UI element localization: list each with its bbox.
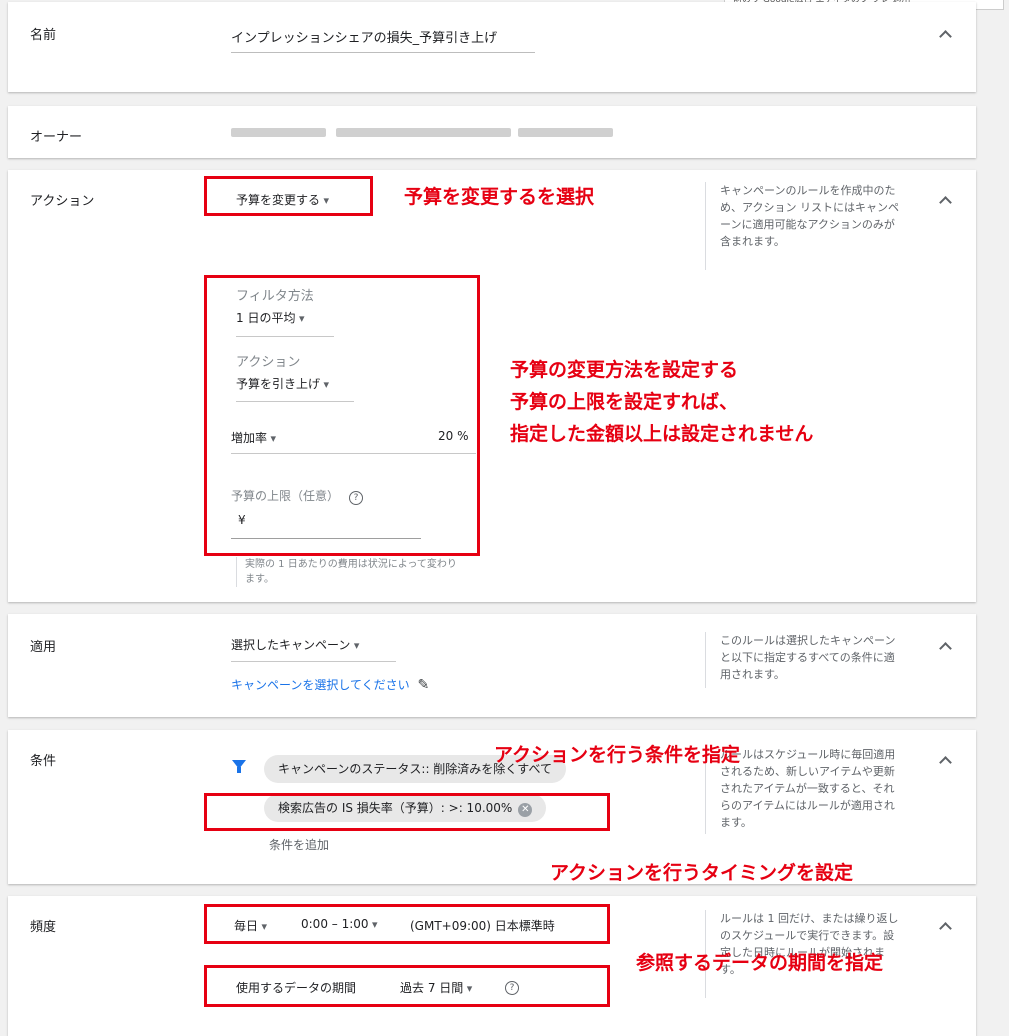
collapse-chevron-icon[interactable]	[936, 26, 954, 44]
annotation-text-condition: アクションを行う条件を指定	[494, 744, 741, 766]
annotation-box-period	[204, 965, 610, 1007]
action-label: アクション	[30, 194, 95, 209]
action-help-text: キャンペーンのルールを作成中のため、アクション リストにはキャンペーンに適用可能…	[705, 182, 902, 270]
owner-blurred-email	[336, 128, 511, 137]
apply-underline	[231, 661, 396, 662]
owner-label: オーナー	[30, 130, 83, 145]
select-campaign-link[interactable]: キャンペーンを選択してください ✎	[231, 676, 429, 693]
conditions-label: 条件	[30, 754, 57, 769]
name-card: 名前 インプレッションシェアの損失_予算引き上げ	[8, 2, 976, 92]
annotation-box-action	[204, 176, 373, 216]
owner-card: オーナー	[8, 106, 976, 158]
annotation-box-frequency	[204, 904, 610, 944]
action-collapse-chevron-icon[interactable]	[936, 192, 954, 210]
apply-collapse-chevron-icon[interactable]	[936, 638, 954, 656]
add-condition-button[interactable]: 条件を追加	[269, 836, 329, 853]
name-label: 名前	[30, 28, 57, 43]
annotation-text-timing: アクションを行うタイミングを設定	[550, 862, 854, 884]
apply-dropdown[interactable]: 選択したキャンペーン	[231, 636, 359, 653]
annotation-text-period: 参照するデータの期間を指定	[636, 952, 884, 974]
select-campaign-link-text: キャンペーンを選択してください	[231, 678, 410, 692]
apply-help-text: このルールは選択したキャンペーンと以下に指定するすべての条件に適用されます。	[705, 632, 902, 688]
annotation-text-select-change: 予算を変更するを選択	[404, 186, 595, 208]
filter-icon-stem	[237, 767, 241, 773]
name-field-underline	[231, 52, 535, 53]
conditions-collapse-chevron-icon[interactable]	[936, 752, 954, 770]
action-card: アクション 予算を変更する キャンペーンのルールを作成中のため、アクション リス…	[8, 170, 976, 602]
annotation-text-method-3: 指定した金額以上は設定されません	[510, 423, 814, 445]
annotation-box-budget-settings	[204, 275, 480, 556]
annotation-box-condition	[204, 793, 610, 831]
frequency-label: 頻度	[30, 920, 57, 935]
annotation-text-method-2: 予算の上限を設定すれば、	[510, 391, 739, 413]
owner-blurred-name	[231, 128, 326, 137]
owner-blurred-id	[518, 128, 613, 137]
annotation-text-method-1: 予算の変更方法を設定する	[510, 359, 739, 381]
apply-label: 適用	[30, 640, 57, 655]
name-field[interactable]: インプレッションシェアの損失_予算引き上げ	[231, 27, 497, 46]
pencil-icon[interactable]: ✎	[418, 677, 430, 693]
apply-card: 適用 選択したキャンペーン キャンペーンを選択してください ✎ このルールは選択…	[8, 614, 976, 717]
budget-cap-note: 実際の 1 日あたりの費用は状況によって変わります。	[236, 557, 461, 587]
frequency-collapse-chevron-icon[interactable]	[936, 918, 954, 936]
